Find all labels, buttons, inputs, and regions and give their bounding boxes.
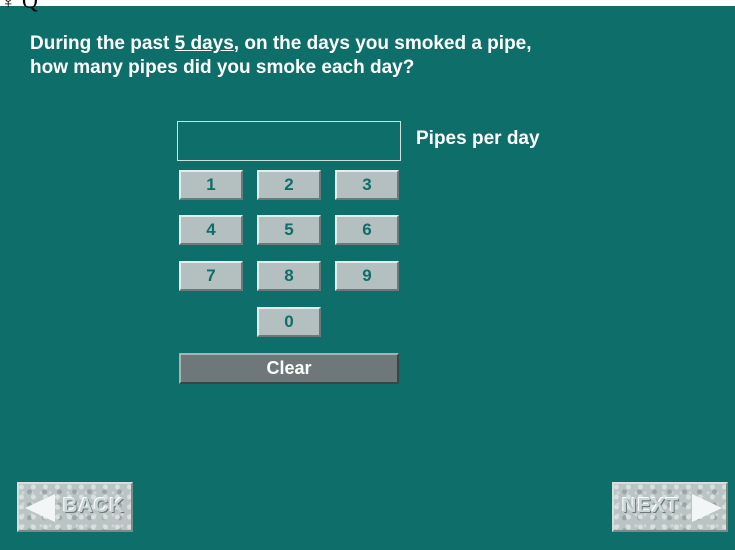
next-label: NEXT bbox=[622, 495, 680, 517]
pipes-per-day-input[interactable] bbox=[177, 121, 401, 161]
question-emphasis: 5 days bbox=[174, 33, 234, 54]
keypad-key-4[interactable]: 4 bbox=[179, 215, 243, 245]
keypad-key-1[interactable]: 1 bbox=[179, 170, 243, 200]
top-strip: ♀ Q bbox=[0, 0, 735, 13]
question-text: During the past 5 days, on the days you … bbox=[30, 32, 720, 80]
header-partial-text: ♀ Q bbox=[0, 0, 38, 13]
question-line-2: how many pipes did you smoke each day? bbox=[30, 57, 415, 78]
keypad-key-7[interactable]: 7 bbox=[179, 261, 243, 291]
arrow-right-icon bbox=[692, 494, 722, 522]
clear-button[interactable]: Clear bbox=[179, 353, 399, 384]
keypad-key-0[interactable]: 0 bbox=[257, 307, 321, 337]
next-button[interactable]: NEXT bbox=[612, 482, 728, 532]
pipes-per-day-label: Pipes per day bbox=[416, 128, 540, 149]
keypad-key-6[interactable]: 6 bbox=[335, 215, 399, 245]
back-button[interactable]: BACK bbox=[17, 482, 133, 532]
keypad-key-8[interactable]: 8 bbox=[257, 261, 321, 291]
question-part-1: During the past bbox=[30, 33, 175, 54]
keypad-key-2[interactable]: 2 bbox=[257, 170, 321, 200]
arrow-left-icon bbox=[25, 494, 55, 522]
question-part-2: , on the days you smoked a pipe, bbox=[233, 33, 532, 54]
keypad-key-5[interactable]: 5 bbox=[257, 215, 321, 245]
back-label: BACK bbox=[63, 495, 125, 517]
keypad-key-3[interactable]: 3 bbox=[335, 170, 399, 200]
keypad-key-9[interactable]: 9 bbox=[335, 261, 399, 291]
